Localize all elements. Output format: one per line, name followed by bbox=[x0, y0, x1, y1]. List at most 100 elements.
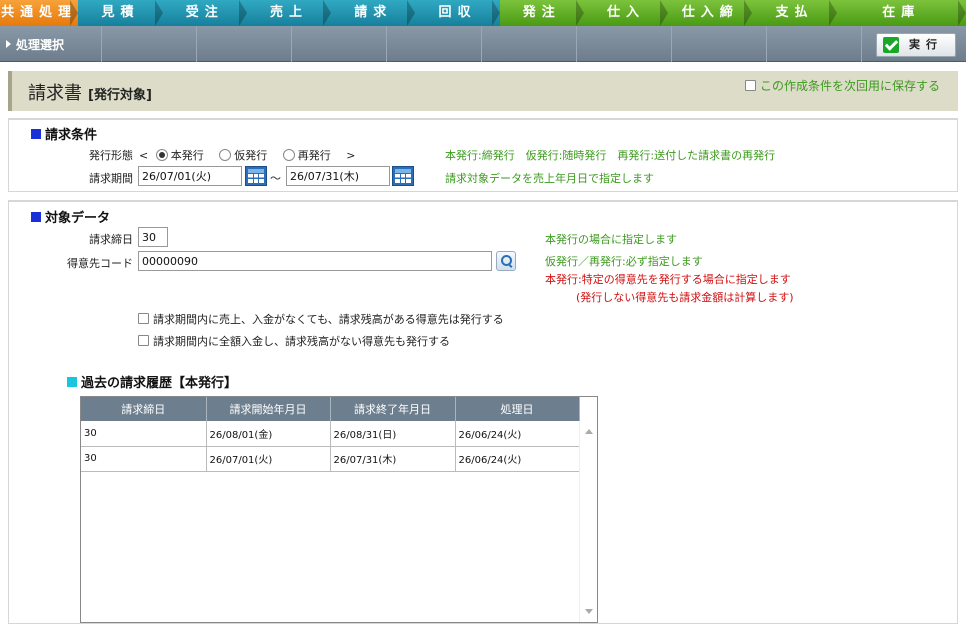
toolbar-cell bbox=[197, 26, 292, 62]
column-header-closing-day[interactable]: 請求締日 bbox=[81, 397, 207, 421]
issue-type-label: 発行形態 bbox=[89, 149, 133, 162]
calendar-icon[interactable] bbox=[245, 166, 267, 186]
toolbar-cell bbox=[102, 26, 197, 62]
tab-7[interactable]: 仕入 bbox=[583, 0, 669, 26]
fully-paid-customer-checkbox-label: 請求期間内に全額入金し、請求残高がない得意先も発行する bbox=[153, 335, 450, 348]
cell-closing-day: 30 bbox=[81, 446, 207, 472]
tab-3[interactable]: 売上 bbox=[246, 0, 332, 26]
cell-end-date: 26/07/31(木) bbox=[330, 446, 456, 472]
page-title: 請求書 [発行対象] bbox=[28, 79, 152, 105]
radio-karihakko[interactable]: 仮発行 bbox=[219, 149, 267, 162]
column-header-start-date[interactable]: 請求開始年月日 bbox=[206, 397, 331, 421]
customer-note-specific: 本発行:特定の得意先を発行する場合に指定します bbox=[545, 273, 791, 286]
toolbar-cell bbox=[292, 26, 387, 62]
billing-conditions-section: 請求条件 発行形態 < 本発行 仮発行 再発行 > 本発行:締発行 仮発行:随時… bbox=[8, 118, 958, 192]
closing-day-input[interactable] bbox=[138, 227, 168, 247]
customer-note-required: 仮発行／再発行:必ず指定します bbox=[545, 255, 703, 268]
scroll-down-icon[interactable] bbox=[585, 609, 593, 614]
bracket-close: > bbox=[346, 149, 356, 162]
radio-honhakko[interactable]: 本発行 bbox=[155, 149, 204, 162]
cell-closing-day: 30 bbox=[81, 421, 207, 447]
target-data-heading: 対象データ bbox=[31, 207, 110, 226]
cell-end-date: 26/08/31(日) bbox=[330, 421, 456, 447]
action-toolbar: 処理選択 実行 bbox=[0, 26, 966, 62]
tab-10[interactable]: 在庫 bbox=[836, 0, 966, 26]
process-select-label: 処理選択 bbox=[16, 38, 65, 52]
column-header-end-date[interactable]: 請求終了年月日 bbox=[330, 397, 456, 421]
cell-process-date: 26/06/24(火) bbox=[455, 421, 580, 447]
radio-icon bbox=[219, 149, 232, 161]
cell-process-date: 26/06/24(火) bbox=[455, 446, 580, 472]
billing-conditions-heading: 請求条件 bbox=[31, 124, 97, 143]
toolbar-cell bbox=[482, 26, 577, 62]
save-condition-label: この作成条件を次回用に保存する bbox=[759, 79, 940, 93]
search-icon[interactable] bbox=[496, 251, 516, 271]
square-bullet-icon bbox=[31, 129, 41, 139]
period-note: 請求対象データを売上年月日で指定します bbox=[445, 172, 654, 185]
square-bullet-icon bbox=[67, 377, 77, 387]
period-tilde: ～ bbox=[270, 172, 281, 185]
scroll-up-icon[interactable] bbox=[585, 429, 593, 434]
tab-8[interactable]: 仕入締 bbox=[668, 0, 753, 26]
closing-day-note: 本発行の場合に指定します bbox=[545, 233, 677, 246]
page-header: 請求書 [発行対象] この作成条件を次回用に保存する bbox=[8, 71, 958, 111]
history-table-scrollbar[interactable] bbox=[579, 421, 597, 622]
toolbar-cell bbox=[672, 26, 767, 62]
customer-code-label: 得意先コード bbox=[67, 257, 133, 270]
calendar-icon[interactable] bbox=[392, 166, 414, 186]
cell-start-date: 26/08/01(金) bbox=[206, 421, 331, 447]
tab-9[interactable]: 支払 bbox=[752, 0, 837, 26]
table-row[interactable]: 30 26/08/01(金) 26/08/31(日) 26/06/24(火) bbox=[81, 421, 580, 447]
billing-conditions-heading-text: 請求条件 bbox=[45, 128, 98, 143]
toolbar-cell bbox=[767, 26, 862, 62]
tab-5[interactable]: 回収 bbox=[415, 0, 500, 26]
period-label: 請求期間 bbox=[89, 172, 133, 185]
tab-2[interactable]: 受注 bbox=[162, 0, 248, 26]
history-heading: 過去の請求履歴【本発行】 bbox=[67, 372, 237, 391]
process-select-button[interactable]: 処理選択 bbox=[6, 36, 64, 53]
triangle-right-icon bbox=[6, 40, 11, 48]
history-heading-text: 過去の請求履歴【本発行】 bbox=[81, 376, 238, 391]
run-button-label: 実行 bbox=[909, 38, 943, 51]
customer-note-calc: (発行しない得意先も請求金額は計算します) bbox=[576, 291, 794, 304]
target-data-heading-text: 対象データ bbox=[45, 211, 111, 226]
fully-paid-customer-checkbox[interactable]: 請求期間内に全額入金し、請求残高がない得意先も発行する bbox=[138, 333, 450, 349]
tab-0[interactable]: 共通処理 bbox=[0, 0, 79, 26]
radio-selected-icon bbox=[155, 149, 168, 161]
column-header-process-date[interactable]: 処理日 bbox=[455, 397, 580, 421]
radio-honhakko-label: 本発行 bbox=[170, 149, 204, 162]
closing-day-label: 請求締日 bbox=[89, 233, 133, 246]
page-title-text: 請求書 bbox=[28, 83, 82, 104]
run-button[interactable]: 実行 bbox=[876, 33, 956, 57]
table-row[interactable]: 30 26/07/01(火) 26/07/31(木) 26/06/24(火) bbox=[81, 446, 580, 472]
tab-6[interactable]: 発注 bbox=[499, 0, 585, 26]
target-data-section: 対象データ 請求締日 本発行の場合に指定します 得意先コード 仮発行／再発行:必… bbox=[8, 200, 958, 624]
radio-icon bbox=[282, 149, 295, 161]
history-table-header: 請求締日 請求開始年月日 請求終了年月日 処理日 bbox=[81, 397, 580, 421]
page-subtitle: [発行対象] bbox=[88, 88, 152, 103]
toolbar-cell bbox=[577, 26, 672, 62]
cell-start-date: 26/07/01(火) bbox=[206, 446, 331, 472]
checkbox-icon bbox=[138, 313, 149, 324]
check-icon bbox=[883, 37, 899, 53]
issue-type-radio-group: < 本発行 仮発行 再発行 > bbox=[139, 147, 355, 163]
issue-type-note: 本発行:締発行 仮発行:随時発行 再発行:送付した請求書の再発行 bbox=[445, 149, 776, 162]
period-from-input[interactable] bbox=[138, 166, 242, 186]
checkbox-icon bbox=[138, 335, 149, 346]
checkbox-icon bbox=[744, 80, 756, 91]
balance-customer-checkbox-label: 請求期間内に売上、入金がなくても、請求残高がある得意先は発行する bbox=[153, 313, 504, 326]
radio-saihakko-label: 再発行 bbox=[297, 149, 331, 162]
balance-customer-checkbox[interactable]: 請求期間内に売上、入金がなくても、請求残高がある得意先は発行する bbox=[138, 311, 504, 327]
toolbar-cell bbox=[387, 26, 482, 62]
radio-saihakko[interactable]: 再発行 bbox=[282, 149, 331, 162]
tab-1[interactable]: 見積 bbox=[78, 0, 163, 26]
bracket-open: < bbox=[139, 149, 149, 162]
history-table: 請求締日 請求開始年月日 請求終了年月日 処理日 30 26/08/01(金) … bbox=[80, 396, 598, 623]
square-bullet-icon bbox=[31, 212, 41, 222]
save-condition-checkbox[interactable]: この作成条件を次回用に保存する bbox=[744, 77, 940, 94]
tab-4[interactable]: 請求 bbox=[331, 0, 416, 26]
customer-code-input[interactable] bbox=[138, 251, 492, 271]
period-to-input[interactable] bbox=[286, 166, 390, 186]
main-menu-tabs: 共通処理 見積 受注 売上 請求 回収 発注 仕入 仕入締 支払 在庫 bbox=[0, 0, 966, 26]
radio-karihakko-label: 仮発行 bbox=[234, 149, 268, 162]
